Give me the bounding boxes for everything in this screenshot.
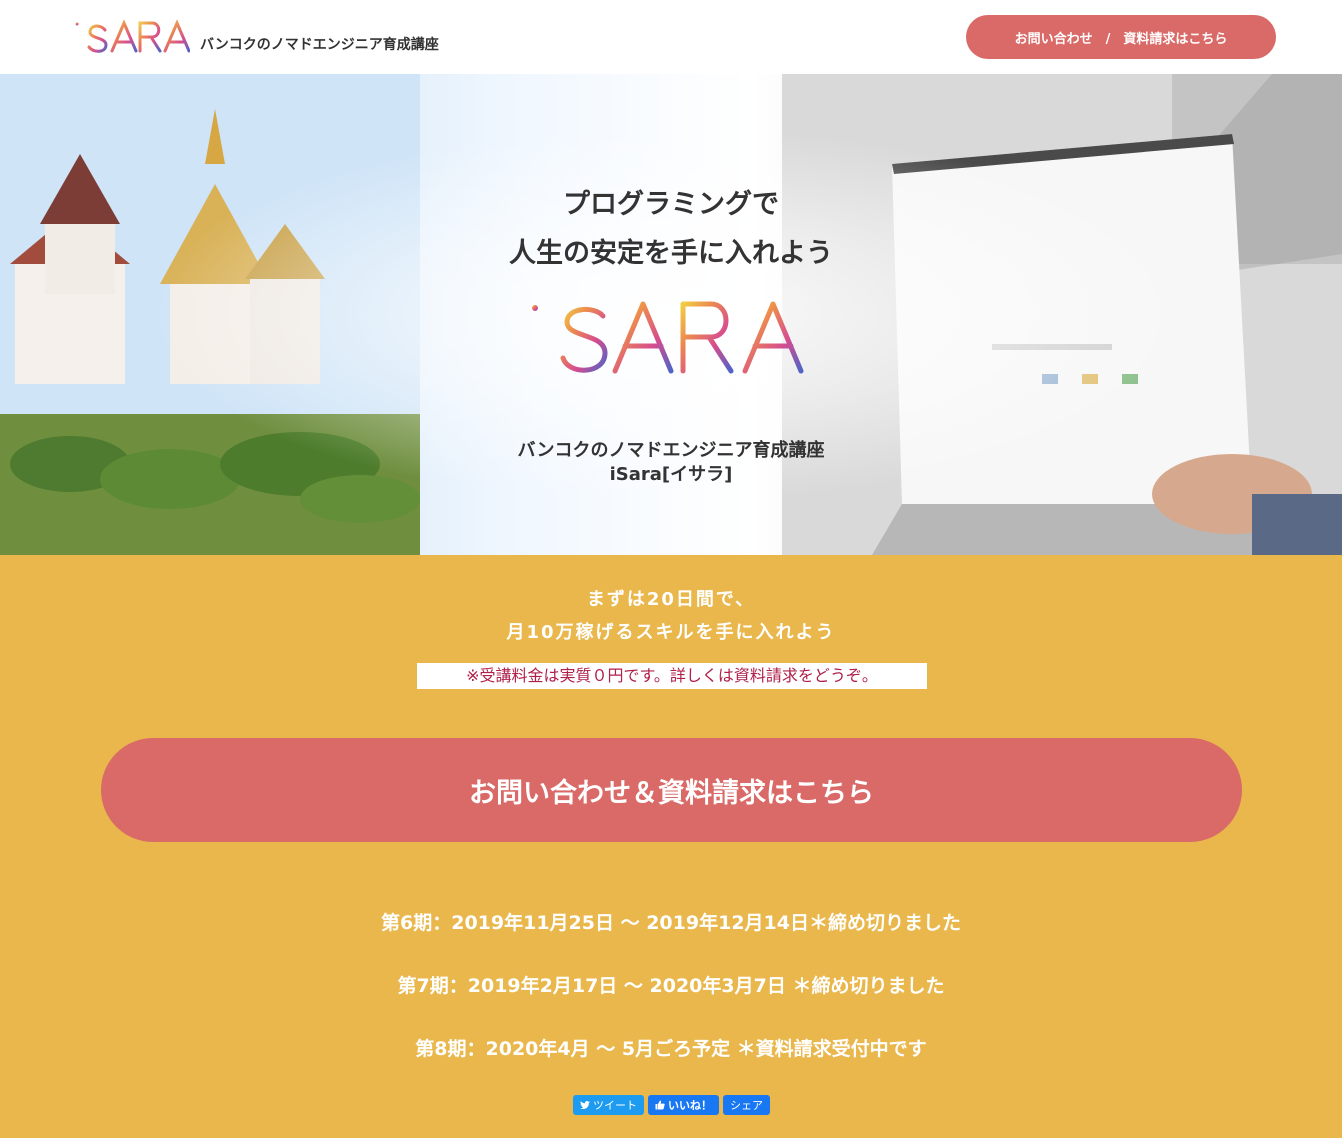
term-6: 第6期：2019年11月25日 〜 2019年12月14日＊締め切りました xyxy=(381,912,961,934)
twitter-bird-icon xyxy=(580,1101,590,1109)
offer-line-2: 月10万稼げるスキルを手に入れよう xyxy=(506,622,836,643)
hero-subtitle-line-1: バンコクのノマドエンジニア育成講座 xyxy=(517,440,825,461)
term-8: 第8期：2020年4月 〜 5月ごろ予定 ＊資料請求受付中です xyxy=(415,1038,927,1060)
header-tagline: バンコクのノマドエンジニア育成講座 xyxy=(200,37,439,53)
cta-section: まずは20日間で、 月10万稼げるスキルを手に入れよう ※受講料金は実質０円です… xyxy=(0,555,1342,1138)
offer-line-1: まずは20日間で、 xyxy=(586,589,756,610)
share-buttons: ツイート いいね！ シェア xyxy=(573,1095,770,1115)
tweet-button[interactable]: ツイート xyxy=(573,1095,644,1115)
header-contact-button[interactable]: お問い合わせ / 資料請求はこちら xyxy=(966,15,1276,59)
tweet-label: ツイート xyxy=(593,1099,637,1112)
site-header: バンコクのノマドエンジニア育成講座 お問い合わせ / 資料請求はこちら xyxy=(0,0,1342,74)
like-label: いいね！ xyxy=(668,1099,712,1112)
fee-notice: ※受講料金は実質０円です。詳しくは資料請求をどうぞ。 xyxy=(417,663,927,689)
hero-isara-logo xyxy=(532,301,804,374)
hero-headline-line-2: 人生の安定を手に入れよう xyxy=(509,238,833,269)
term-7: 第7期：2019年2月17日 〜 2020年3月7日 ＊締め切りました xyxy=(397,975,945,997)
hero-subtitle-line-2: iSara[イサラ] xyxy=(609,464,733,485)
like-button[interactable]: いいね！ xyxy=(648,1095,719,1115)
share-label: シェア xyxy=(730,1099,763,1112)
contact-request-button[interactable]: お問い合わせ＆資料請求はこちら xyxy=(101,738,1242,842)
share-button[interactable]: シェア xyxy=(723,1095,770,1115)
hero-banner: プログラミングで 人生の安定を手に入れよう バンコクのノマドエンジニア育成講座 … xyxy=(0,74,1342,555)
thumbs-up-icon xyxy=(655,1100,665,1110)
isara-logo[interactable] xyxy=(72,14,190,58)
hero-headline-line-1: プログラミングで xyxy=(563,189,779,220)
